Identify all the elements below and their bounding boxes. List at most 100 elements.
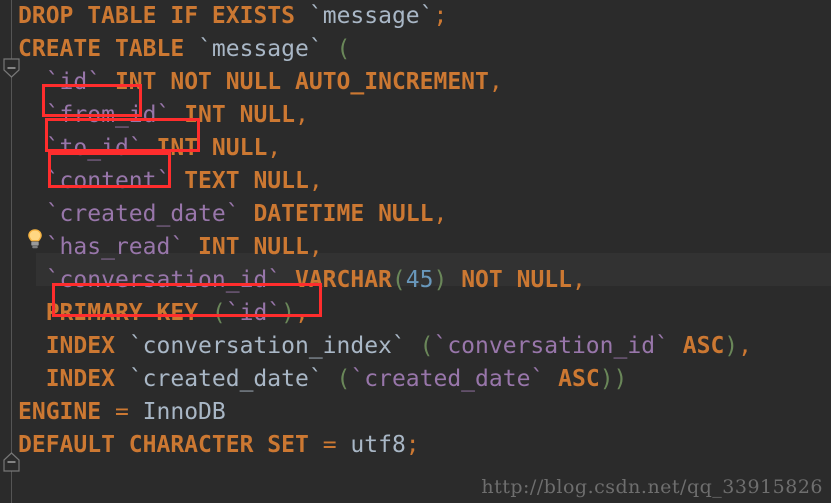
intention-lightbulb-icon[interactable]: [26, 228, 44, 249]
code-token: ): [724, 333, 739, 359]
code-line[interactable]: DEFAULT CHARACTER SET = utf8;: [0, 429, 831, 462]
code-token: ,: [308, 168, 323, 194]
code-token: ): [281, 300, 296, 326]
code-token: ): [613, 366, 628, 392]
code-token: `id`: [225, 300, 282, 326]
code-token: (: [211, 300, 226, 326]
code-token: `to_id`: [45, 135, 143, 161]
code-token: ,: [571, 267, 586, 293]
code-token: InnoDB: [142, 399, 226, 425]
code-line[interactable]: ENGINE = InnoDB: [0, 396, 831, 429]
code-token: INT: [114, 69, 157, 95]
code-token: NULL: [516, 267, 572, 293]
code-line[interactable]: CREATE TABLE `message` (: [0, 33, 831, 66]
code-token: =: [322, 432, 337, 458]
code-token: ): [599, 366, 614, 392]
code-token: ,: [294, 102, 309, 128]
code-token: NOT: [170, 69, 212, 95]
code-token: AUTO_INCREMENT: [295, 69, 489, 95]
code-token: `conversation_id`: [45, 267, 282, 293]
code-token: INT: [198, 234, 240, 260]
watermark-url: http://blog.csdn.net/qq_33915826: [481, 476, 823, 498]
code-line[interactable]: `created_date` DATETIME NULL,: [0, 198, 831, 231]
code-token: PRIMARY: [45, 300, 143, 326]
code-token: ENGINE: [18, 399, 102, 425]
sql-code-editor[interactable]: DROP TABLE IF EXISTS `message`; CREATE TA…: [0, 0, 831, 503]
code-token: (: [391, 267, 406, 293]
code-text-area[interactable]: DROP TABLE IF EXISTS `message`; CREATE TA…: [0, 0, 831, 462]
code-line[interactable]: DROP TABLE IF EXISTS `message`;: [0, 0, 831, 33]
code-token: `created_date`: [350, 366, 545, 392]
code-line[interactable]: `content` TEXT NULL,: [0, 165, 831, 198]
code-token: DROP: [18, 3, 74, 29]
code-line[interactable]: `id` INT NOT NULL AUTO_INCREMENT,: [0, 66, 831, 99]
code-token: (: [336, 366, 351, 392]
code-token: NULL: [253, 234, 309, 260]
code-token: =: [114, 399, 129, 425]
code-token: NOT: [461, 267, 503, 293]
code-token: CHARACTER: [128, 432, 254, 458]
code-token: `created_date`: [45, 201, 240, 227]
code-token: `conversation_index`: [128, 333, 406, 359]
code-token: TEXT: [184, 168, 240, 194]
code-token: `id`: [45, 69, 102, 95]
code-token: INDEX: [45, 366, 115, 392]
code-token: 45: [405, 267, 434, 293]
code-token: CREATE: [18, 36, 102, 62]
code-line[interactable]: `conversation_id` VARCHAR(45) NOT NULL,: [0, 264, 831, 297]
code-token: `message`: [198, 36, 323, 62]
code-token: ASC: [558, 366, 600, 392]
code-token: `message`: [308, 3, 434, 29]
code-token: `from_id`: [45, 102, 171, 128]
code-token: NULL: [225, 69, 282, 95]
code-token: NULL: [378, 201, 434, 227]
code-line[interactable]: `has_read` INT NULL,: [0, 231, 831, 264]
code-line[interactable]: PRIMARY KEY (`id`),: [0, 297, 831, 330]
code-token: (: [419, 333, 434, 359]
code-line[interactable]: INDEX `created_date` (`created_date` ASC…: [0, 363, 831, 396]
code-line[interactable]: `to_id` INT NULL,: [0, 132, 831, 165]
code-token: DEFAULT: [18, 432, 115, 458]
code-token: (: [336, 36, 351, 62]
code-token: ,: [267, 135, 282, 161]
code-line[interactable]: INDEX `conversation_index` (`conversatio…: [0, 330, 831, 363]
code-line[interactable]: `from_id` INT NULL,: [0, 99, 831, 132]
code-token: TABLE: [87, 3, 157, 29]
code-token: `created_date`: [128, 366, 323, 392]
